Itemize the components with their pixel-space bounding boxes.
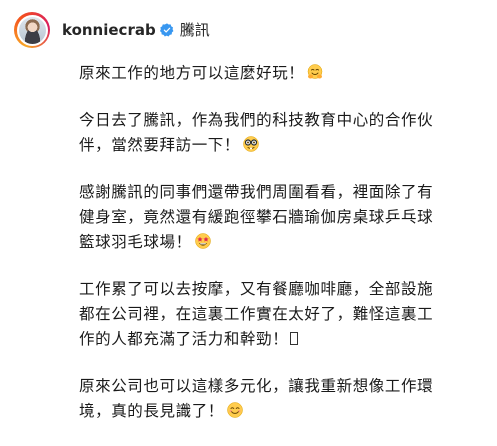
nerd-face-emoji-icon — [243, 136, 259, 152]
caption-text: 感謝騰訊的同事們還帶我們周圍看看，裡面除了有 — [79, 183, 434, 201]
instagram-post: konniecrab 騰訊 原來工作的地方可以這麼好玩！ 今日去了騰訊，作為我們… — [0, 0, 497, 420]
post-caption: 原來工作的地方可以這麼好玩！ 今日去了騰訊，作為我們的科技教育中心的合作伙 伴，… — [79, 61, 479, 446]
smiling-face-emoji-icon — [227, 402, 243, 418]
hugging-face-emoji-icon — [308, 64, 323, 79]
caption-text: 籃球羽毛球場！ — [79, 233, 192, 251]
caption-text: 境，真的長見識了！ — [79, 402, 224, 420]
avatar[interactable] — [16, 14, 48, 46]
caption-text: 工作累了可以去按摩，又有餐廳咖啡廳，全部設施 — [79, 280, 434, 298]
caption-paragraph: 工作累了可以去按摩，又有餐廳咖啡廳，全部設施 都在公司裡，在這裏工作實在太好了，… — [79, 277, 479, 352]
verified-badge-icon — [159, 23, 174, 37]
caption-text: 都在公司裡，在這裏工作實在太好了，難怪這裏工 — [79, 305, 434, 323]
caption-line: 原來工作的地方可以這麼好玩！ — [79, 61, 479, 86]
username-link[interactable]: konniecrab — [62, 20, 156, 40]
caption-line: 伴，當然要拜訪一下！ — [79, 133, 479, 158]
caption-line: 感謝騰訊的同事們還帶我們周圍看看，裡面除了有 — [79, 180, 479, 205]
caption-paragraph: 今日去了騰訊，作為我們的科技教育中心的合作伙 伴，當然要拜訪一下！ — [79, 108, 479, 158]
caption-line: 作的人都充滿了活力和幹勁！ — [79, 327, 479, 352]
missing-glyph-icon — [290, 332, 299, 345]
caption-text: 原來公司也可以這樣多元化，讓我重新想像工作環 — [79, 377, 434, 395]
caption-text: 原來工作的地方可以這麼好玩！ — [79, 64, 305, 82]
caption-line: 工作累了可以去按摩，又有餐廳咖啡廳，全部設施 — [79, 277, 479, 302]
caption-line: 都在公司裡，在這裏工作實在太好了，難怪這裏工 — [79, 302, 479, 327]
caption-text: 伴，當然要拜訪一下！ — [79, 136, 241, 154]
caption-line: 境，真的長見識了！ — [79, 399, 479, 424]
caption-text: 作的人都充滿了活力和幹勁！ — [79, 330, 289, 348]
location-link[interactable]: 騰訊 — [180, 20, 210, 40]
avatar-story-ring[interactable] — [14, 12, 50, 48]
caption-text: 今日去了騰訊，作為我們的科技教育中心的合作伙 — [79, 111, 434, 129]
caption-line: 健身室，竟然還有緩跑徑攀石牆瑜伽房桌球乒乓球 — [79, 205, 479, 230]
caption-line: 籃球羽毛球場！ — [79, 230, 479, 255]
star-struck-emoji-icon — [194, 233, 211, 249]
caption-text: 健身室，竟然還有緩跑徑攀石牆瑜伽房桌球乒乓球 — [79, 208, 434, 226]
caption-line: 今日去了騰訊，作為我們的科技教育中心的合作伙 — [79, 108, 479, 133]
caption-paragraph: 原來公司也可以這樣多元化，讓我重新想像工作環 境，真的長見識了！ — [79, 374, 479, 424]
caption-paragraph: 感謝騰訊的同事們還帶我們周圍看看，裡面除了有 健身室，竟然還有緩跑徑攀石牆瑜伽房… — [79, 180, 479, 255]
post-header: konniecrab 騰訊 — [14, 12, 210, 48]
caption-paragraph: 原來工作的地方可以這麼好玩！ — [79, 61, 479, 86]
caption-line: 原來公司也可以這樣多元化，讓我重新想像工作環 — [79, 374, 479, 399]
